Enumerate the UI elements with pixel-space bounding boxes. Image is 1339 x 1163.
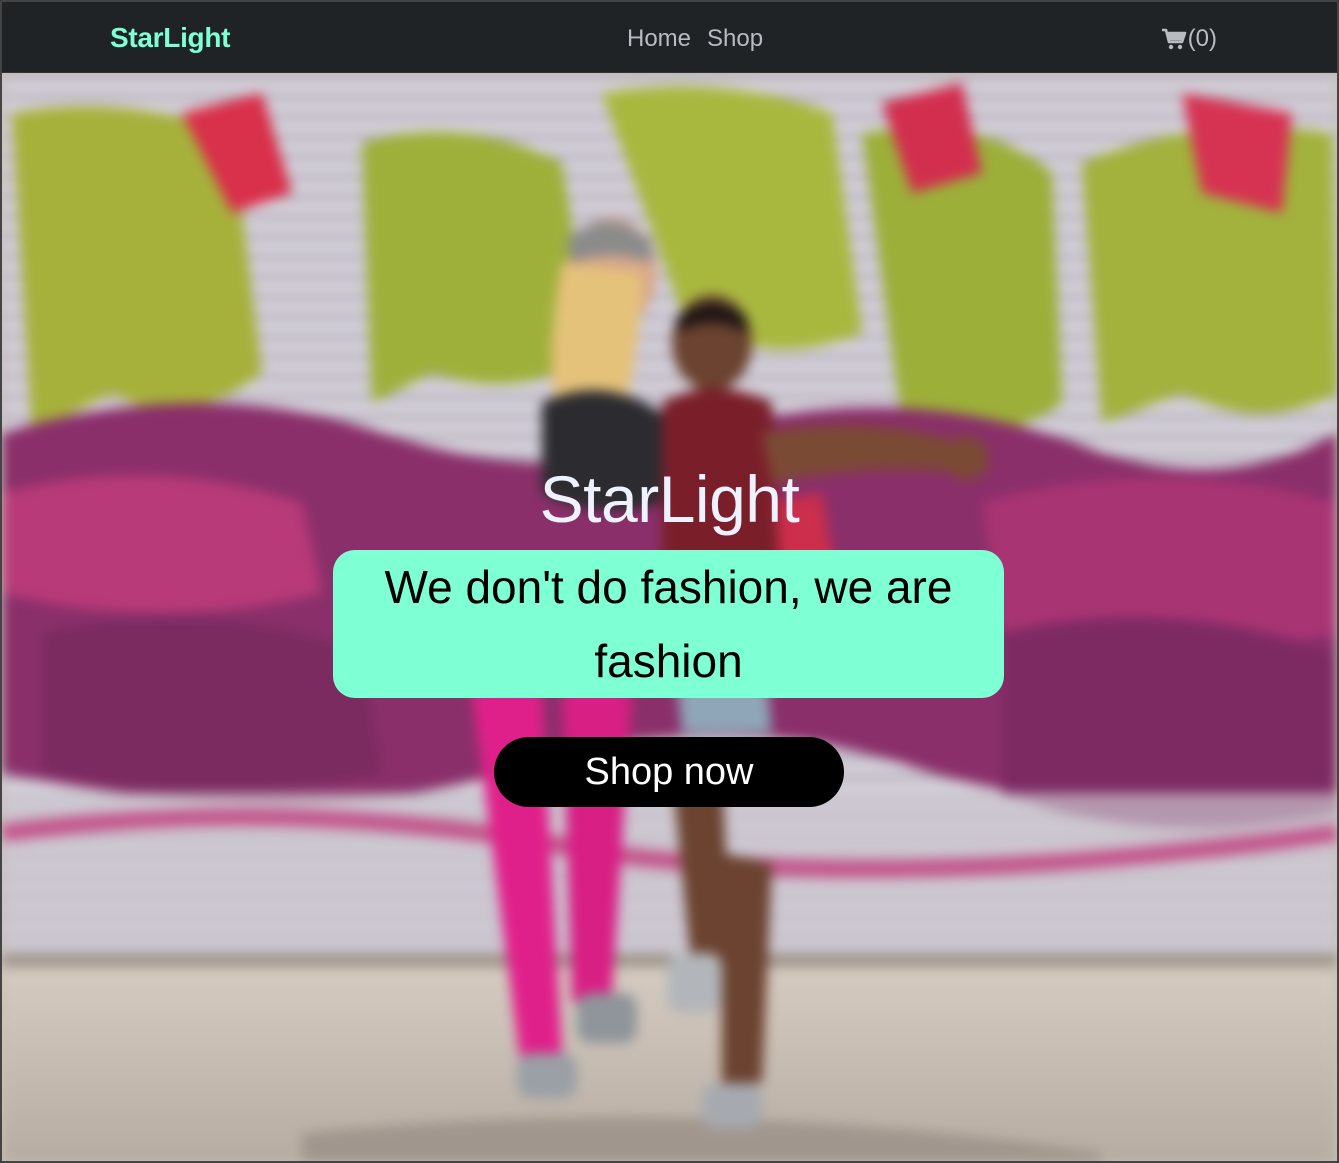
nav-link-home[interactable]: Home: [627, 25, 691, 53]
navbar: StarLight Home Shop (0): [2, 2, 1337, 73]
cart-button[interactable]: (0): [1161, 25, 1217, 53]
page: StarLight Home Shop (0) StarLight We don…: [0, 0, 1339, 1163]
hero-section: StarLight We don't do fashion, we are fa…: [2, 73, 1337, 1161]
cart-icon: [1161, 28, 1186, 50]
brand-logo[interactable]: StarLight: [110, 22, 230, 54]
shop-now-button[interactable]: Shop now: [494, 737, 844, 807]
nav-links: Home Shop: [627, 25, 763, 53]
hero-tagline: We don't do fashion, we are fashion: [384, 561, 953, 687]
hero-title: StarLight: [539, 462, 800, 536]
cart-count: (0): [1187, 25, 1217, 52]
hero-tagline-box: We don't do fashion, we are fashion: [333, 550, 1004, 698]
nav-link-shop[interactable]: Shop: [707, 25, 763, 53]
